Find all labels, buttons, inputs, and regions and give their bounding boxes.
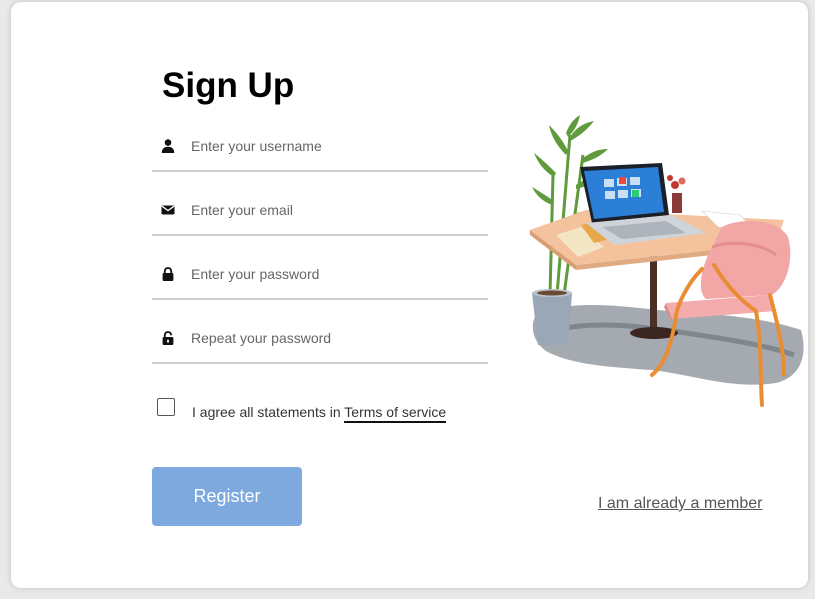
repeat-password-field [152,318,488,364]
unlock-icon [162,331,174,345]
desk-illustration [530,115,804,407]
password-field [152,254,488,300]
repeat-password-input[interactable] [191,326,471,350]
username-field [152,126,488,172]
username-input[interactable] [191,134,471,158]
page-title: Sign Up [162,66,295,105]
email-input[interactable] [191,198,471,222]
password-input[interactable] [191,262,471,286]
user-icon [161,139,175,153]
envelope-icon [161,205,175,215]
already-member-link[interactable]: I am already a member [598,495,763,513]
agree-label: I agree all statements in Terms of servi… [192,404,447,423]
agree-text: I agree all statements in [192,404,345,420]
terms-of-service-link[interactable]: Terms of service [344,404,447,423]
register-button[interactable]: Register [152,467,302,526]
agree-checkbox[interactable] [157,398,175,416]
terms-agreement: I agree all statements in Terms of servi… [157,398,477,424]
email-field [152,190,488,236]
lock-icon [162,267,174,281]
